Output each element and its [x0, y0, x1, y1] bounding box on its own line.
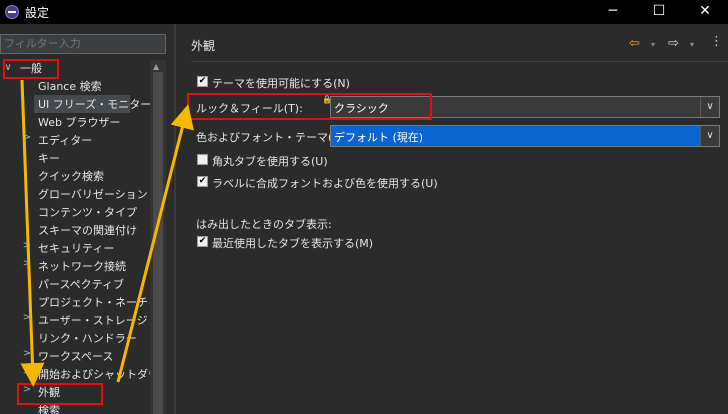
annotation-arrows: [20, 79, 194, 387]
annotation-arrow-up: [116, 104, 194, 383]
annotation-arrow-down: [20, 79, 45, 387]
